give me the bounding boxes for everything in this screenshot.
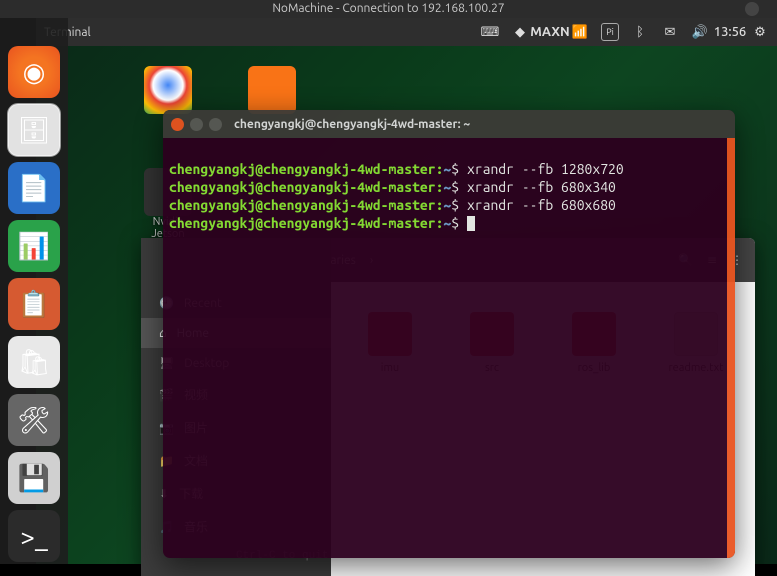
term-command: xrandr --fb 680x680 (467, 197, 616, 213)
terminal-scrollbar[interactable] (727, 138, 735, 558)
power-mode-label[interactable]: MAXN (541, 23, 559, 41)
unity-launcher: ◉ 🗄 📄 📊 📋 🛍 🛠 💾 >_ (0, 18, 68, 564)
launcher-calc[interactable]: 📊 (8, 220, 60, 272)
launcher-impress[interactable]: 📋 (8, 278, 60, 330)
wifi-icon[interactable]: 📶 (571, 23, 589, 41)
nomachine-minimize-icon[interactable] (745, 2, 759, 16)
sound-icon[interactable]: 🔊 (691, 23, 709, 41)
desktop-icon-folder[interactable] (240, 66, 304, 114)
launcher-settings[interactable]: 🛠 (8, 394, 60, 446)
term-command: xrandr --fb 680x340 (467, 179, 616, 195)
mail-icon[interactable]: ✉ (661, 23, 679, 41)
maximize-icon[interactable] (209, 118, 222, 131)
launcher-writer[interactable]: 📄 (8, 162, 60, 214)
clock-label[interactable]: 13:56 (721, 23, 739, 41)
chromium-icon (144, 66, 192, 114)
menu-bar: Terminal ⌨ ◆ MAXN 📶 Pi ᛒ ✉ 🔊 13:56 ⚙ (36, 18, 777, 46)
bluetooth-icon[interactable]: ᛒ (631, 23, 649, 41)
launcher-ubuntu-dash[interactable]: ◉ (8, 46, 60, 98)
terminal-window[interactable]: chengyangkj@chengyangkj-4wd-master: ~ ch… (163, 110, 735, 558)
nvidia-icon[interactable]: ◆ (511, 23, 529, 41)
term-cursor (467, 216, 475, 231)
close-icon[interactable] (171, 118, 184, 131)
nomachine-title: NoMachine - Connection to 192.168.100.27 (272, 2, 504, 15)
terminal-title: chengyangkj@chengyangkj-4wd-master: ~ (234, 118, 470, 131)
terminal-titlebar[interactable]: chengyangkj@chengyangkj-4wd-master: ~ (163, 110, 735, 138)
gear-icon[interactable]: ⚙ (751, 23, 769, 41)
folder-icon (248, 66, 296, 114)
nomachine-titlebar: NoMachine - Connection to 192.168.100.27 (0, 0, 777, 18)
term-prompt-user: chengyangkj@chengyangkj-4wd-master (169, 161, 436, 177)
active-app-label: Terminal (44, 26, 481, 39)
launcher-software[interactable]: 🛍 (8, 336, 60, 388)
minimize-icon[interactable] (190, 118, 203, 131)
keyboard-icon[interactable]: ⌨ (481, 23, 499, 41)
raspberry-pi-icon[interactable]: Pi (601, 23, 619, 41)
term-command: xrandr --fb 1280x720 (467, 161, 624, 177)
terminal-body[interactable]: chengyangkj@chengyangkj-4wd-master:~$ xr… (163, 138, 735, 558)
launcher-disk[interactable]: 💾 (8, 452, 60, 504)
desktop-icons (136, 66, 304, 114)
launcher-files[interactable]: 🗄 (8, 104, 60, 156)
launcher-terminal[interactable]: >_ (8, 510, 60, 562)
indicator-area: ⌨ ◆ MAXN 📶 Pi ᛒ ✉ 🔊 13:56 ⚙ (481, 23, 769, 41)
desktop: Terminal ⌨ ◆ MAXN 📶 Pi ᛒ ✉ 🔊 13:56 ⚙ Nvi… (36, 18, 777, 564)
term-prompt-dollar: $ (451, 161, 459, 177)
desktop-icon-chromium[interactable] (136, 66, 200, 114)
